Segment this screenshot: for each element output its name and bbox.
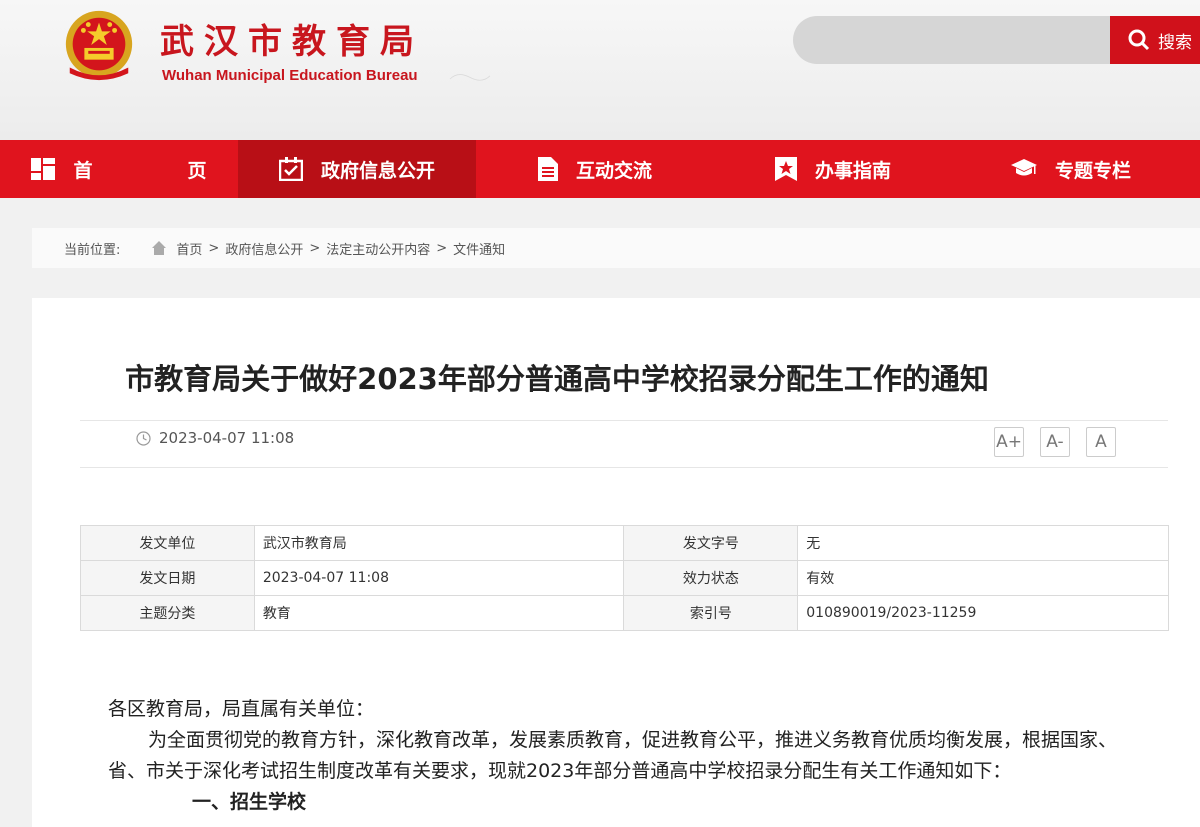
nav-item-guide-label: 办事指南: [814, 159, 891, 182]
site-title: 武汉市教育局: [160, 22, 424, 62]
nav-item-topics[interactable]: 专题专栏: [952, 140, 1190, 198]
info-key: 索引号: [623, 595, 799, 631]
nav-item-gov-info[interactable]: 政府信息公开: [238, 140, 476, 198]
breadcrumb-item-notices[interactable]: 文件通知: [453, 239, 505, 258]
table-row: 发文单位 武汉市教育局 发文字号 无: [80, 525, 1169, 561]
info-key: 效力状态: [623, 560, 799, 596]
breadcrumb-label: 当前位置:: [64, 242, 121, 258]
info-value: 无: [797, 525, 1169, 561]
article-body: 各区教育局，局直属有关单位： 为全面贯彻党的教育方针，深化教育改革，发展素质教育…: [108, 694, 1148, 818]
search-input[interactable]: [793, 16, 1123, 64]
main-nav: 首 页 政府信息公开 互动交流 办事指南 专题专栏: [0, 140, 1200, 198]
nav-item-home[interactable]: 首 页: [0, 140, 238, 198]
site-header: 武汉市教育局 Wuhan Municipal Education Bureau …: [0, 0, 1200, 140]
bookmark-star-icon: [774, 157, 797, 181]
graduation-cap-icon: [1010, 159, 1037, 176]
body-paragraph: 为全面贯彻党的教育方针，深化教育改革，发展素质教育，促进教育公平，推进义务教育优…: [108, 729, 1118, 782]
info-key: 主题分类: [80, 595, 255, 631]
info-value: 武汉市教育局: [253, 525, 625, 561]
font-reset-button[interactable]: A: [1086, 427, 1116, 457]
search-button-label: 搜索: [1158, 32, 1192, 53]
article-meta-bar: 2023-04-07 11:08 A+ A- A: [80, 420, 1168, 468]
emblem-lines-decoration: [449, 74, 491, 81]
breadcrumb-item-public-content[interactable]: 法定主动公开内容: [326, 239, 430, 258]
nav-item-interaction-label: 互动交流: [575, 159, 652, 182]
salutation: 各区教育局，局直属有关单位：: [108, 698, 375, 720]
table-row: 发文日期 2023-04-07 11:08 效力状态 有效: [80, 560, 1169, 596]
nav-item-guide[interactable]: 办事指南: [714, 140, 952, 198]
site-subtitle: Wuhan Municipal Education Bureau: [162, 67, 418, 84]
home-icon: [152, 241, 167, 255]
nav-item-home-label: 首 页: [73, 159, 245, 182]
breadcrumb-item-home[interactable]: 首页: [176, 239, 202, 258]
article-title: 市教育局关于做好2023年部分普通高中学校招录分配生工作的通知: [125, 362, 989, 396]
info-key: 发文日期: [80, 560, 255, 596]
home-grid-icon: [31, 158, 56, 180]
info-value: 2023-04-07 11:08: [253, 560, 625, 596]
table-row: 主题分类 教育 索引号 010890019/2023-11259: [80, 595, 1169, 631]
document-info-table: 发文单位 武汉市教育局 发文字号 无 发文日期 2023-04-07 11:08…: [80, 525, 1169, 631]
document-icon: [537, 157, 558, 181]
breadcrumb-separator: >: [208, 240, 220, 256]
article-container: 市教育局关于做好2023年部分普通高中学校招录分配生工作的通知 2023-04-…: [32, 298, 1200, 827]
breadcrumb: 当前位置: 首页 > 政府信息公开 > 法定主动公开内容 > 文件通知: [32, 228, 1200, 268]
nav-item-interaction[interactable]: 互动交流: [476, 140, 714, 198]
clock-icon: [136, 430, 151, 446]
font-decrease-button[interactable]: A-: [1040, 427, 1070, 457]
nav-item-gov-info-label: 政府信息公开: [320, 159, 435, 182]
publish-date: 2023-04-07 11:08: [136, 429, 294, 447]
calendar-check-icon: [278, 157, 303, 181]
font-increase-button[interactable]: A+: [994, 427, 1024, 457]
info-value: 010890019/2023-11259: [797, 595, 1169, 631]
national-emblem-logo: [65, 10, 133, 81]
publish-date-text: 2023-04-07 11:08: [159, 429, 295, 447]
info-key: 发文字号: [623, 525, 799, 561]
search-icon: [1128, 29, 1150, 51]
search-button[interactable]: 搜索: [1110, 16, 1200, 64]
breadcrumb-item-gov-info[interactable]: 政府信息公开: [225, 239, 303, 258]
info-value: 有效: [797, 560, 1169, 596]
info-key: 发文单位: [80, 525, 255, 561]
breadcrumb-separator: >: [309, 240, 321, 256]
info-value: 教育: [253, 595, 625, 631]
breadcrumb-separator: >: [436, 240, 448, 256]
nav-item-topics-label: 专题专栏: [1054, 159, 1131, 182]
section-heading: 一、招生学校: [192, 791, 307, 813]
